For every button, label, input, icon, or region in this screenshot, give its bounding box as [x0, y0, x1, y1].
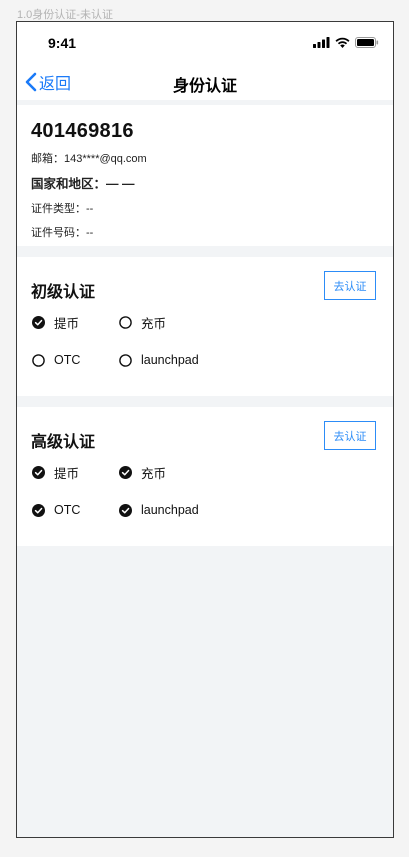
permission-item: launchpad — [119, 352, 239, 368]
advanced-cert-verify-button[interactable]: 去认证 — [324, 421, 376, 450]
advanced-cert-card: 高级认证 去认证 提币 充币 OTC launchpad — [17, 407, 393, 546]
email-line: 邮箱：143****@qq.com — [31, 153, 147, 165]
permission-label: launchpad — [141, 503, 199, 517]
advanced-cert-permissions: 提币 充币 OTC launchpad — [32, 464, 239, 518]
check-circle-icon — [119, 503, 132, 517]
permission-item: 提币 — [32, 314, 119, 331]
permission-item: OTC — [32, 352, 119, 368]
page-title: 身份认证 — [172, 78, 237, 95]
region-line: 国家和地区：— — — [31, 177, 135, 191]
basic-cert-permissions: 提币 充币 OTC launchpad — [32, 314, 239, 368]
check-circle-icon — [32, 315, 45, 329]
empty-circle-icon — [119, 353, 132, 367]
permission-label: 提币 — [54, 466, 80, 481]
status-bar: 9:41 — [17, 22, 393, 64]
permission-item: 充币 — [119, 314, 239, 331]
id-type-line: 证件类型：-- — [31, 203, 94, 215]
check-circle-icon — [32, 465, 45, 479]
battery-icon — [355, 37, 379, 48]
status-time: 9:41 — [48, 35, 77, 51]
check-circle-icon — [119, 465, 132, 479]
permission-label: launchpad — [141, 353, 199, 367]
empty-circle-icon — [119, 315, 132, 329]
profile-card: 401469816 邮箱：143****@qq.com 国家和地区：— — 证件… — [17, 105, 393, 246]
permission-label: 充币 — [141, 466, 167, 481]
basic-cert-title: 初级认证 — [31, 284, 96, 301]
basic-cert-card: 初级认证 去认证 提币 充币 OTC launchpad — [17, 257, 393, 396]
status-icons — [313, 37, 379, 48]
advanced-cert-title: 高级认证 — [31, 434, 96, 451]
permission-item: 提币 — [32, 464, 119, 481]
user-id: 401469816 — [31, 120, 134, 142]
permission-item: launchpad — [119, 502, 239, 518]
permission-label: 充币 — [141, 316, 167, 331]
permission-label: OTC — [54, 353, 81, 367]
permission-label: 提币 — [54, 316, 80, 331]
cellular-signal-icon — [313, 37, 330, 48]
navigation-bar: 返回 身份认证 — [17, 64, 393, 100]
permission-item: 充币 — [119, 464, 239, 481]
permission-label: OTC — [54, 503, 81, 517]
check-circle-icon — [32, 503, 45, 517]
phone-screen: 9:41 返回 身份认证 401469816 邮箱：143****@qq.com… — [16, 21, 394, 838]
artboard-label: 1.0身份认证-未认证 — [17, 9, 113, 21]
basic-cert-verify-button[interactable]: 去认证 — [324, 271, 376, 300]
empty-circle-icon — [32, 353, 45, 367]
id-number-line: 证件号码：-- — [31, 227, 94, 239]
permission-item: OTC — [32, 502, 119, 518]
wifi-icon — [335, 37, 350, 48]
